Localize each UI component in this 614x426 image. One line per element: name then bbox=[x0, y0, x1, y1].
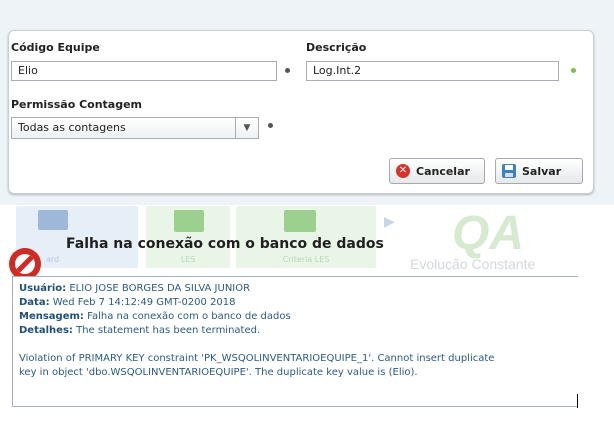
save-button[interactable]: Salvar bbox=[495, 158, 583, 184]
qa-logo: QA bbox=[452, 207, 524, 260]
permissao-contagem-select[interactable]: Todas as contagens ▼ bbox=[11, 117, 259, 139]
save-button-label: Salvar bbox=[522, 164, 562, 178]
grid-icon bbox=[174, 210, 204, 232]
dashboard-icon bbox=[38, 210, 68, 230]
chevron-down-icon[interactable]: ▼ bbox=[235, 118, 258, 138]
descricao-input[interactable]: Log.Int.2 bbox=[306, 61, 559, 81]
detalhes-label: Detalhes: bbox=[19, 325, 73, 336]
text-cursor bbox=[577, 394, 578, 408]
codigo-equipe-input[interactable]: Elio bbox=[11, 61, 277, 81]
toolbar-tile-label: LES bbox=[180, 255, 196, 264]
criteria-icon bbox=[284, 210, 316, 232]
data-value: Wed Feb 7 14:12:49 GMT-0200 2018 bbox=[52, 297, 236, 308]
permissao-contagem-value: Todas as contagens bbox=[18, 121, 126, 134]
qa-tagline: Evolução Constante bbox=[410, 256, 536, 270]
error-date-line: Data: Wed Feb 7 14:12:49 GMT-0200 2018 bbox=[19, 296, 572, 310]
team-form-panel: Código Equipe Elio Descrição Log.Int.2 P… bbox=[8, 30, 594, 194]
cancel-icon: ✕ bbox=[396, 164, 410, 178]
mensagem-value: Falha na conexão com o banco de dados bbox=[87, 311, 291, 322]
toolbar-tile-label: Criteria LES bbox=[282, 255, 330, 264]
usuario-value: ELIO JOSE BORGES DA SILVA JUNIOR bbox=[69, 283, 251, 294]
cancel-button-label: Cancelar bbox=[416, 164, 470, 178]
required-indicator-icon bbox=[268, 123, 273, 128]
error-message-line: Mensagem: Falha na conexão com o banco d… bbox=[19, 310, 572, 324]
error-title: Falha na conexão com o banco de dados bbox=[66, 236, 384, 252]
usuario-label: Usuário: bbox=[19, 283, 67, 294]
violation-text-line: Violation of PRIMARY KEY constraint 'PK_… bbox=[19, 353, 495, 364]
codigo-equipe-label: Código Equipe bbox=[11, 41, 100, 54]
cancel-button[interactable]: ✕ Cancelar bbox=[389, 158, 485, 184]
toolbar-tile-label: ard bbox=[46, 255, 60, 264]
error-details-line: Detalhes: The statement has been termina… bbox=[19, 324, 572, 338]
chevron-right-icon: ▶ bbox=[384, 214, 395, 230]
error-details-box[interactable]: Usuário: ELIO JOSE BORGES DA SILVA JUNIO… bbox=[12, 276, 578, 407]
violation-text-line: key in object 'dbo.WSQOLINVENTARIOEQUIPE… bbox=[19, 367, 418, 378]
permissao-contagem-label: Permissão Contagem bbox=[11, 98, 143, 111]
descricao-label: Descrição bbox=[306, 41, 367, 54]
error-user-line: Usuário: ELIO JOSE BORGES DA SILVA JUNIO… bbox=[19, 282, 572, 296]
required-indicator-icon bbox=[285, 68, 290, 73]
floppy-disk-icon bbox=[502, 164, 516, 178]
data-label: Data: bbox=[19, 297, 50, 308]
detalhes-value: The statement has been terminated. bbox=[76, 325, 261, 336]
mensagem-label: Mensagem: bbox=[19, 311, 84, 322]
valid-indicator-icon bbox=[571, 68, 576, 73]
